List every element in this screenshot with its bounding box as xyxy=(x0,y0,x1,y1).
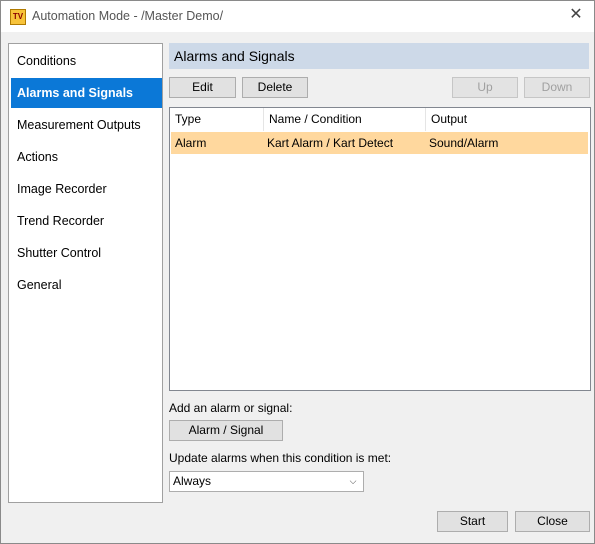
close-button[interactable]: Close xyxy=(515,511,590,532)
cell-name-condition: Kart Alarm / Kart Detect xyxy=(267,136,394,150)
column-header-name-condition[interactable]: Name / Condition xyxy=(264,108,426,131)
sidebar-item-trend-recorder[interactable]: Trend Recorder xyxy=(11,206,162,236)
column-header-type[interactable]: Type xyxy=(170,108,264,131)
table-header: Type Name / Condition Output xyxy=(170,108,590,131)
table-row[interactable]: Alarm Kart Alarm / Kart Detect Sound/Ala… xyxy=(171,132,588,154)
sidebar-item-image-recorder[interactable]: Image Recorder xyxy=(11,174,162,204)
update-condition-value: Always xyxy=(173,474,212,488)
cell-type: Alarm xyxy=(175,136,207,150)
chevron-down-icon: ⌵ xyxy=(349,476,357,486)
sidebar-item-conditions[interactable]: Conditions xyxy=(11,46,162,76)
title-bar[interactable]: TV Automation Mode - /Master Demo/ ✕ xyxy=(1,1,594,32)
cell-output: Sound/Alarm xyxy=(429,136,499,150)
down-button[interactable]: Down xyxy=(524,77,590,98)
sidebar-item-actions[interactable]: Actions xyxy=(11,142,162,172)
delete-button[interactable]: Delete xyxy=(242,77,308,98)
sidebar: Conditions Alarms and Signals Measuremen… xyxy=(8,43,163,503)
alarm-signal-button[interactable]: Alarm / Signal xyxy=(169,420,283,441)
automation-mode-window: TV Automation Mode - /Master Demo/ ✕ Con… xyxy=(0,0,595,544)
sidebar-item-measurement-outputs[interactable]: Measurement Outputs xyxy=(11,110,162,140)
add-alarm-label: Add an alarm or signal: xyxy=(169,401,293,415)
panel-title: Alarms and Signals xyxy=(169,43,589,69)
up-button[interactable]: Up xyxy=(452,77,518,98)
window-title: Automation Mode - /Master Demo/ xyxy=(32,9,224,23)
edit-button[interactable]: Edit xyxy=(169,77,236,98)
update-condition-select[interactable]: Always ⌵ xyxy=(169,471,364,492)
sidebar-item-alarms-and-signals[interactable]: Alarms and Signals xyxy=(11,78,162,108)
start-button[interactable]: Start xyxy=(437,511,508,532)
sidebar-item-shutter-control[interactable]: Shutter Control xyxy=(11,238,162,268)
app-icon: TV xyxy=(10,9,26,25)
column-header-output[interactable]: Output xyxy=(426,108,590,131)
update-condition-label: Update alarms when this condition is met… xyxy=(169,451,392,465)
alarms-table: Type Name / Condition Output Alarm Kart … xyxy=(169,107,591,391)
sidebar-item-general[interactable]: General xyxy=(11,270,162,300)
close-icon[interactable]: ✕ xyxy=(567,6,585,24)
